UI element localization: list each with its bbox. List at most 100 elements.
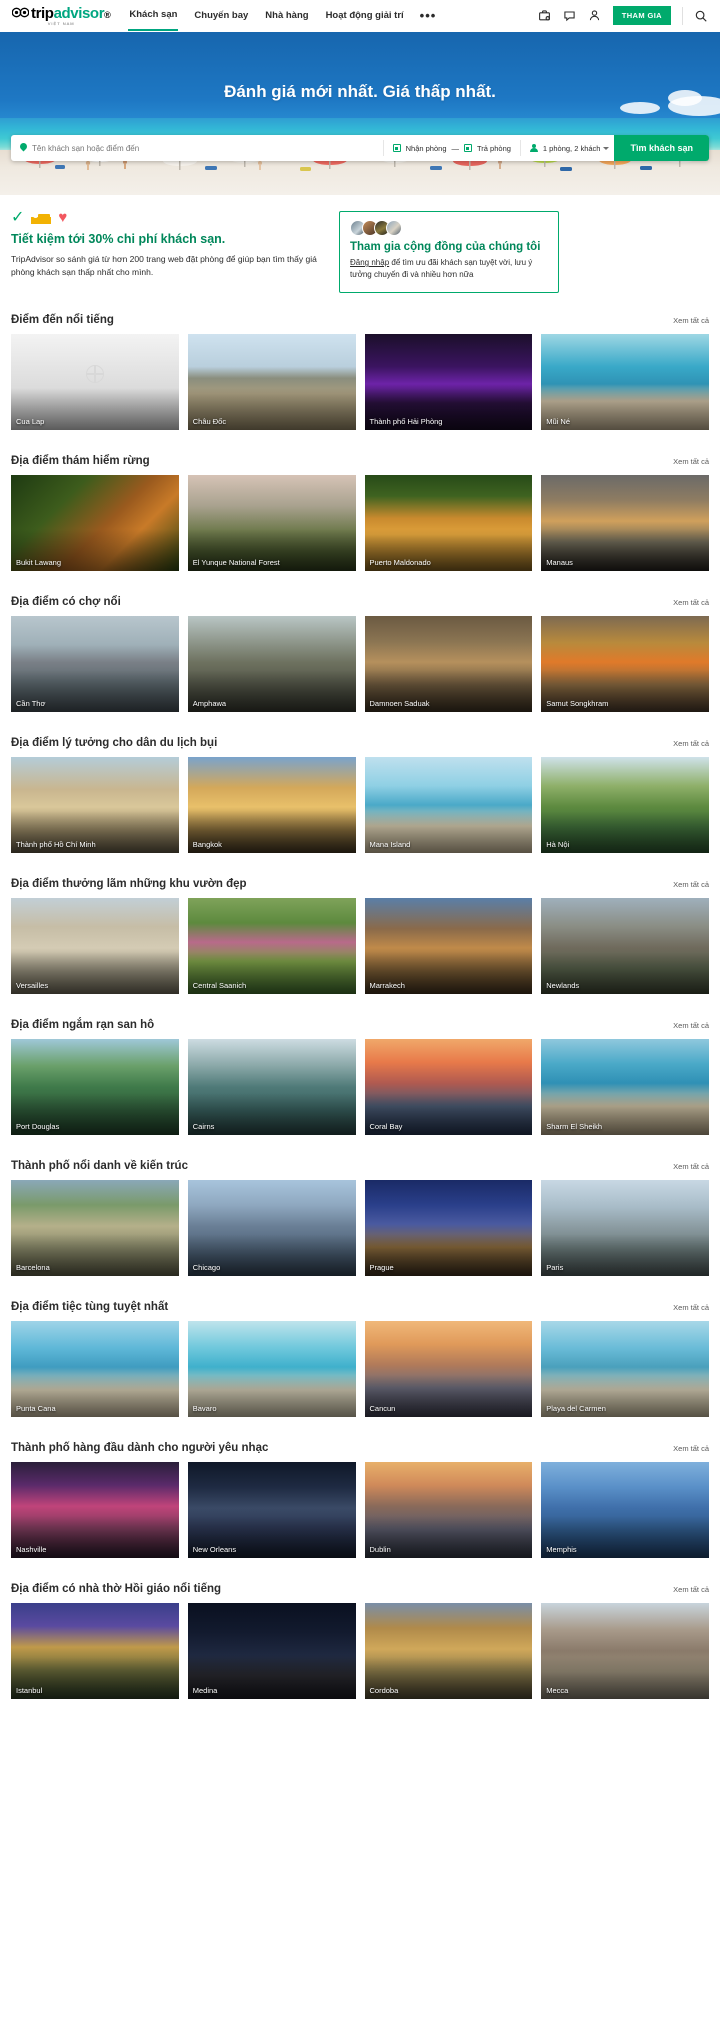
community-card[interactable]: Tham gia cộng đồng của chúng tôi Đăng nh…: [339, 211, 559, 293]
destination-card[interactable]: Samut Songkhram: [541, 615, 709, 712]
chevron-down-icon: [603, 147, 610, 150]
dates-picker[interactable]: Nhận phòng — Trả phòng: [384, 135, 520, 161]
destination-card[interactable]: Newlands: [541, 897, 709, 994]
search-hotels-button[interactable]: Tìm khách sạn: [614, 135, 709, 161]
destination-card[interactable]: Chicago: [187, 1179, 356, 1276]
destination-name: Puerto Maldonado: [369, 557, 431, 567]
owl-icon: [11, 5, 30, 22]
bed-icon: [31, 213, 52, 224]
destination-card[interactable]: Cordoba: [364, 1602, 533, 1699]
destination-card[interactable]: Istanbul: [11, 1602, 179, 1699]
destination-card[interactable]: Paris: [541, 1179, 709, 1276]
destination-section-2: Địa điểm thám hiểm rừng Xem tất cả Bukit…: [0, 448, 720, 571]
section-title: Địa điểm thưởng lãm những khu vườn đẹp: [11, 877, 247, 890]
destination-card[interactable]: Mana Island: [364, 756, 533, 853]
nav-item-things-to-do[interactable]: Hoạt động giải trí: [325, 1, 405, 30]
destination-section-6: Địa điểm ngắm rạn san hô Xem tất cả Port…: [0, 1012, 720, 1135]
destination-card[interactable]: Cancun: [364, 1320, 533, 1417]
join-button[interactable]: THAM GIA: [612, 6, 671, 25]
destination-card[interactable]: Sharm El Sheikh: [541, 1038, 709, 1135]
destination-card[interactable]: Playa del Carmen: [541, 1320, 709, 1417]
see-all-link[interactable]: Xem tất cả: [673, 1444, 709, 1453]
destination-card[interactable]: Marrakech: [364, 897, 533, 994]
destination-card[interactable]: Thành phố Hải Phòng: [364, 333, 533, 430]
person-icon: [529, 143, 538, 153]
destination-input[interactable]: Tên khách sạn hoặc điểm đến: [11, 135, 383, 161]
destination-card[interactable]: Hà Nội: [541, 756, 709, 853]
see-all-link[interactable]: Xem tất cả: [673, 1303, 709, 1312]
destination-card[interactable]: Memphis: [541, 1461, 709, 1558]
destination-card-row: Port Douglas Cairns Coral Bay Sharm El S…: [11, 1038, 709, 1135]
destination-name: Bavaro: [192, 1403, 217, 1413]
see-all-link[interactable]: Xem tất cả: [673, 1162, 709, 1171]
destination-card[interactable]: Nashville: [11, 1461, 179, 1558]
destination-card[interactable]: Bavaro: [187, 1320, 356, 1417]
nav-item-hotels[interactable]: Khách sạn: [128, 0, 179, 31]
tripadvisor-logo[interactable]: trip advisor ® VIỆT NAM: [11, 5, 111, 26]
see-all-link[interactable]: Xem tất cả: [673, 1021, 709, 1030]
destination-card[interactable]: New Orleans: [187, 1461, 356, 1558]
destination-card[interactable]: Châu Đốc: [187, 333, 356, 430]
trips-briefcase-icon[interactable]: [538, 9, 552, 23]
destination-card[interactable]: Amphawa: [187, 615, 356, 712]
destination-card[interactable]: El Yunque National Forest: [187, 474, 356, 571]
destination-card[interactable]: Manaus: [541, 474, 709, 571]
sign-in-link[interactable]: Đăng nhập: [350, 258, 389, 267]
destination-card[interactable]: Cua Lap: [11, 333, 179, 430]
destination-name: Coral Bay: [369, 1121, 403, 1131]
see-all-link[interactable]: Xem tất cả: [673, 1585, 709, 1594]
destination-card[interactable]: Thành phố Hồ Chí Minh: [11, 756, 179, 853]
section-header: Địa điểm lý tưởng cho dân du lịch bụi Xe…: [11, 730, 709, 757]
section-title: Địa điểm tiệc tùng tuyệt nhất: [11, 1300, 169, 1313]
chat-bubble-icon[interactable]: [563, 9, 577, 23]
destination-name: Central Saanich: [192, 980, 247, 990]
see-all-link[interactable]: Xem tất cả: [673, 598, 709, 607]
cloud-decoration: [620, 102, 660, 114]
see-all-link[interactable]: Xem tất cả: [673, 316, 709, 325]
see-all-link[interactable]: Xem tất cả: [673, 739, 709, 748]
destination-card[interactable]: Puerto Maldonado: [364, 474, 533, 571]
destination-card[interactable]: Mũi Né: [541, 333, 709, 430]
destination-card[interactable]: Versailles: [11, 897, 179, 994]
destination-card[interactable]: Barcelona: [11, 1179, 179, 1276]
destination-card[interactable]: Damnoen Saduak: [364, 615, 533, 712]
community-body: Đăng nhập để tìm ưu đãi khách sạn tuyệt …: [350, 257, 548, 282]
user-profile-icon[interactable]: [588, 9, 602, 23]
destination-card[interactable]: Dublin: [364, 1461, 533, 1558]
destination-card-row: Versailles Central Saanich Marrakech New…: [11, 897, 709, 994]
destination-card[interactable]: Coral Bay: [364, 1038, 533, 1135]
section-header: Thành phố nổi danh về kiến trúc Xem tất …: [11, 1153, 709, 1180]
nav-item-restaurants[interactable]: Nhà hàng: [264, 1, 309, 30]
calendar-icon: [392, 144, 401, 152]
destination-card[interactable]: Bukit Lawang: [11, 474, 179, 571]
destination-card[interactable]: Mecca: [541, 1602, 709, 1699]
destination-card[interactable]: Bangkok: [187, 756, 356, 853]
section-header: Địa điểm ngắm rạn san hô Xem tất cả: [11, 1012, 709, 1039]
destination-name: Cancun: [369, 1403, 396, 1413]
destination-card[interactable]: Cairns: [187, 1038, 356, 1135]
destination-card[interactable]: Punta Cana: [11, 1320, 179, 1417]
destination-card[interactable]: Cần Thơ: [11, 615, 179, 712]
nav-more-icon[interactable]: •••: [420, 9, 437, 22]
section-header: Điểm đến nổi tiếng Xem tất cả: [11, 307, 709, 334]
destination-name: Dublin: [369, 1544, 391, 1554]
destination-card[interactable]: Central Saanich: [187, 897, 356, 994]
destination-card[interactable]: Port Douglas: [11, 1038, 179, 1135]
search-icon[interactable]: [694, 9, 708, 23]
see-all-link[interactable]: Xem tất cả: [673, 457, 709, 466]
checkout-label: Trả phòng: [477, 143, 511, 153]
nav-item-flights[interactable]: Chuyến bay: [193, 1, 249, 30]
destination-placeholder: Tên khách sạn hoặc điểm đến: [32, 143, 140, 153]
section-title: Địa điểm có chợ nổi: [11, 595, 121, 608]
destination-card[interactable]: Medina: [187, 1602, 356, 1699]
hero-title: Đánh giá mới nhất. Giá thấp nhất.: [224, 82, 496, 101]
guests-selector[interactable]: 1 phòng, 2 khách: [521, 135, 615, 161]
section-header: Địa điểm tiệc tùng tuyệt nhất Xem tất cả: [11, 1294, 709, 1321]
destination-section-8: Địa điểm tiệc tùng tuyệt nhất Xem tất cả…: [0, 1294, 720, 1417]
destination-name: Barcelona: [16, 1262, 50, 1272]
see-all-link[interactable]: Xem tất cả: [673, 880, 709, 889]
destination-name: Cua Lap: [16, 416, 45, 426]
destination-card[interactable]: Prague: [364, 1179, 533, 1276]
card-gradient-overlay: [541, 1233, 709, 1276]
destination-name: Paris: [546, 1262, 564, 1272]
